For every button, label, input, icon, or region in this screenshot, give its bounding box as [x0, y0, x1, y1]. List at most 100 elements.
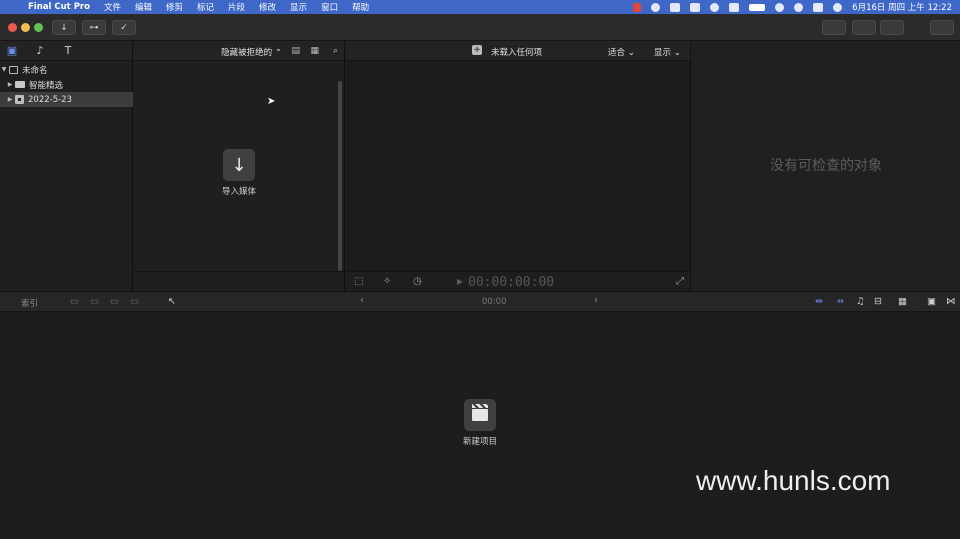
- effects-browser-icon[interactable]: ⋈: [946, 296, 956, 307]
- new-project-label: 新建项目: [462, 437, 497, 447]
- disclosure-closed-icon[interactable]: ▶: [6, 96, 14, 103]
- folder-icon: [15, 81, 25, 88]
- play-status-icon[interactable]: [710, 2, 720, 12]
- viewer-footer: ⬚ ✧ ◷ ▶ 00:00:00:00 ⤢: [346, 271, 690, 291]
- menu-edit[interactable]: 编辑: [135, 1, 152, 13]
- view-options-dropdown[interactable]: 显示 ⌄: [654, 46, 681, 58]
- solo-icon[interactable]: ⊟: [874, 296, 882, 307]
- search-icon[interactable]: ⌕: [333, 46, 338, 56]
- next-project-button[interactable]: ›: [594, 295, 598, 306]
- disclosure-open-icon[interactable]: ▼: [0, 66, 8, 73]
- menu-view[interactable]: 显示: [290, 1, 307, 13]
- select-tool-icon[interactable]: ↖: [168, 296, 176, 307]
- play-icon[interactable]: ▶: [457, 277, 463, 286]
- menu-file[interactable]: 文件: [104, 1, 121, 13]
- browser-scrollbar[interactable]: [338, 81, 342, 271]
- add-icon[interactable]: +: [472, 45, 482, 55]
- menu-bar: Final Cut Pro 文件 编辑 修剪 标记 片段 修改 显示 窗口 帮助…: [0, 0, 960, 14]
- toolbar: ↓ ⊶ ✓: [0, 14, 960, 41]
- watermark: www.hunls.com: [696, 465, 891, 496]
- wifi-icon[interactable]: [775, 2, 785, 12]
- menu-window[interactable]: 窗口: [321, 1, 338, 13]
- menubar-clock[interactable]: 6月16日 周四 上午 12:22: [852, 1, 952, 13]
- menu-mark[interactable]: 标记: [197, 1, 214, 13]
- previous-project-button[interactable]: ‹: [360, 295, 364, 306]
- control-center-icon[interactable]: [813, 2, 824, 12]
- timeline-header: 索引 ▭ ▭ ▭ ▭ ↖ ‹ 00:00 › ⇹ ⇸ ♫ ⊟ ▦ ▣ ⋈: [0, 291, 960, 312]
- library-sidebar: ▣ ♪ T ▼ 未命名 ▶ 智能精选 ▶ 2022-5-23: [0, 41, 133, 291]
- libraries-icon[interactable]: ▣: [6, 45, 18, 57]
- viewer: + 未载入任何项 适合 ⌄ 显示 ⌄ ⬚ ✧ ◷ ▶ 00:00:00:00 ⤢: [346, 41, 691, 291]
- clip-filter-dropdown[interactable]: 隐藏被拒绝的 ⌃: [221, 46, 282, 58]
- timeline-index-button[interactable]: 索引: [21, 297, 38, 309]
- sidebar-header: ▣ ♪ T: [0, 41, 132, 61]
- overwrite-clip-icon[interactable]: ▭: [130, 296, 139, 307]
- siri-icon[interactable]: [833, 2, 843, 12]
- library-label: 未命名: [22, 65, 48, 76]
- insert-clip-icon[interactable]: ▭: [90, 296, 99, 307]
- grid-app-icon[interactable]: [729, 2, 740, 12]
- leaf-app-icon[interactable]: [670, 2, 681, 12]
- event-label: 2022-5-23: [28, 94, 72, 105]
- clapperboard-icon: [472, 404, 488, 421]
- speed-icon[interactable]: ◷: [413, 276, 422, 287]
- smart-collection-row[interactable]: ▶ 智能精选: [0, 77, 133, 92]
- record-status-icon[interactable]: [633, 2, 642, 12]
- background-tasks-button[interactable]: ✓: [112, 20, 136, 35]
- battery-icon[interactable]: [749, 3, 766, 11]
- menu-help[interactable]: 帮助: [352, 1, 369, 13]
- menu-app-name[interactable]: Final Cut Pro: [28, 2, 90, 12]
- transform-icon[interactable]: ⬚: [354, 276, 363, 287]
- disclosure-closed-icon[interactable]: ▶: [6, 81, 14, 88]
- menu-trim[interactable]: 修剪: [166, 1, 183, 13]
- photos-audio-icon[interactable]: ♪: [34, 45, 46, 57]
- zoom-fit-dropdown[interactable]: 适合 ⌄: [608, 46, 635, 58]
- clip-appearance-icon[interactable]: ▤: [291, 46, 300, 56]
- clip-appearance-icon[interactable]: ▦: [898, 296, 907, 307]
- headphones-icon[interactable]: ♫: [856, 296, 865, 307]
- new-project-button[interactable]: [464, 399, 496, 431]
- video-waveform-icon[interactable]: ⇹: [815, 296, 823, 307]
- event-row[interactable]: ▶ 2022-5-23: [0, 92, 133, 107]
- skimming-icon[interactable]: ⇸: [836, 296, 844, 307]
- import-media-button[interactable]: ↓: [52, 20, 76, 35]
- viewer-title: 未载入任何项: [491, 48, 543, 58]
- search-icon[interactable]: [794, 2, 804, 12]
- inspector-empty-message: 没有可检查的对象: [770, 158, 882, 174]
- share-icon[interactable]: [930, 20, 954, 35]
- timeline-timecode: 00:00: [482, 297, 507, 307]
- timeline: 新建项目 www.hunls.com: [0, 312, 960, 539]
- append-clip-icon[interactable]: ▭: [110, 296, 119, 307]
- capcut-icon[interactable]: [690, 2, 701, 12]
- fullscreen-icon[interactable]: ⤢: [676, 276, 684, 287]
- browser-header: 隐藏被拒绝的 ⌃ ▤ ▦ ⌕: [134, 41, 344, 61]
- viewer-header: + 未载入任何项 适合 ⌄ 显示 ⌄: [346, 41, 690, 61]
- close-window-button[interactable]: [8, 23, 17, 32]
- import-media-button[interactable]: ↓: [223, 149, 255, 181]
- timeline-index-icon[interactable]: ▣: [927, 296, 936, 307]
- inspector: 没有可检查的对象: [692, 41, 960, 291]
- creative-cloud-icon[interactable]: [651, 2, 661, 12]
- event-icon: [15, 95, 24, 104]
- menu-modify[interactable]: 修改: [259, 1, 276, 13]
- connect-clip-icon[interactable]: ▭: [70, 296, 79, 307]
- show-timeline-icon[interactable]: [852, 20, 876, 35]
- import-media-label: 导入媒体: [221, 187, 256, 197]
- zoom-window-button[interactable]: [34, 23, 43, 32]
- library-icon: [9, 65, 18, 74]
- show-browser-icon[interactable]: [822, 20, 846, 35]
- viewer-timecode: 00:00:00:00: [468, 275, 555, 290]
- arrow-down-icon: ↓: [231, 154, 247, 176]
- magic-wand-icon[interactable]: ✧: [383, 276, 391, 287]
- library-row[interactable]: ▼ 未命名: [0, 62, 133, 77]
- minimize-window-button[interactable]: [21, 23, 30, 32]
- keyword-editor-button[interactable]: ⊶: [82, 20, 106, 35]
- status-area: 6月16日 周四 上午 12:22: [633, 0, 952, 14]
- media-browser: 隐藏被拒绝的 ⌃ ▤ ▦ ⌕ ➤ ↓ 导入媒体: [134, 41, 345, 291]
- browser-footer: [134, 271, 344, 291]
- menu-clip[interactable]: 片段: [228, 1, 245, 13]
- smart-collection-label: 智能精选: [29, 80, 64, 91]
- filmstrip-view-icon[interactable]: ▦: [310, 46, 319, 56]
- show-inspector-icon[interactable]: [880, 20, 904, 35]
- titles-generators-icon[interactable]: T: [62, 45, 74, 57]
